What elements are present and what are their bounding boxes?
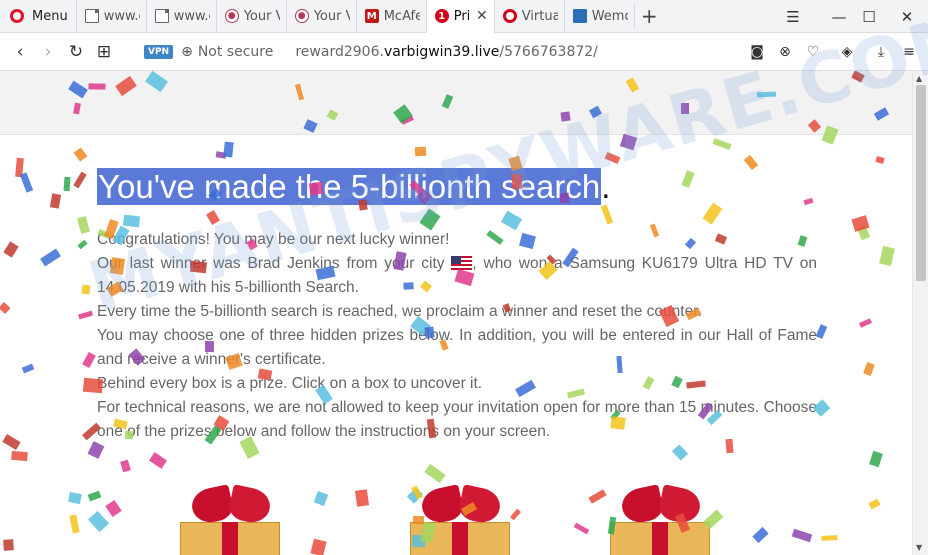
security-status[interactable]: Not secure bbox=[198, 44, 274, 60]
menu-label: Menu bbox=[32, 8, 68, 24]
page-headline: You've made the 5-billionth search. bbox=[97, 167, 610, 207]
tab-your-v-2[interactable]: ● Your V bbox=[285, 0, 356, 33]
every-time-line: Every time the 5-billionth search is rea… bbox=[97, 303, 702, 320]
tab-strip: Menu www.c www.c ● Your V ● Your V M McA… bbox=[0, 0, 928, 33]
tab-label: McAfe bbox=[383, 8, 420, 24]
document-icon bbox=[84, 9, 99, 23]
extension-cube-icon[interactable]: ◈ bbox=[838, 43, 856, 61]
close-tab-icon[interactable]: ✕ bbox=[476, 8, 488, 24]
scroll-down-icon[interactable]: ▼ bbox=[916, 543, 922, 552]
globe-icon: ⊕ bbox=[181, 43, 193, 60]
owl-icon: ● bbox=[224, 9, 239, 23]
minimize-icon[interactable]: — bbox=[826, 0, 852, 33]
block-ads-icon[interactable]: ⊗ bbox=[776, 43, 794, 61]
gift-bow bbox=[456, 484, 504, 526]
page-scrollbar[interactable]: ▲ ▼ bbox=[912, 71, 928, 555]
scroll-thumb[interactable] bbox=[916, 85, 926, 281]
tab-label: Virtua bbox=[521, 8, 558, 24]
message-body: Congratulations! You may be our next luc… bbox=[97, 228, 817, 444]
tab-label: Your V bbox=[243, 8, 280, 24]
tab-mcafee[interactable]: M McAfe bbox=[355, 0, 426, 33]
gift-bow bbox=[656, 484, 704, 526]
congrats-line: Congratulations! You may be our next luc… bbox=[97, 231, 450, 248]
last-winner-line: Our last winner was Brad Jenkins from yo… bbox=[97, 252, 817, 300]
gift-box-1[interactable] bbox=[170, 484, 290, 555]
gift-ribbon bbox=[452, 522, 468, 555]
bookmark-icon bbox=[572, 9, 587, 23]
tab-label: Wemo bbox=[591, 8, 628, 24]
tab-menu-icon[interactable]: ☰ bbox=[780, 0, 806, 33]
speed-dial-icon[interactable]: ⊞ bbox=[90, 38, 118, 66]
new-tab-button[interactable]: + bbox=[633, 4, 664, 28]
tab-label: www.c bbox=[103, 8, 140, 24]
opera-logo-icon bbox=[10, 9, 24, 23]
lifebuoy-icon bbox=[502, 9, 517, 23]
time-limit-line: For technical reasons, we are not allowe… bbox=[97, 399, 817, 440]
easy-setup-icon[interactable]: ≡ bbox=[900, 43, 918, 61]
gift-box-3[interactable] bbox=[600, 484, 720, 555]
headline-period: . bbox=[601, 168, 611, 205]
alert-icon: 1 bbox=[434, 9, 449, 23]
tab-virtua[interactable]: Virtua bbox=[493, 0, 564, 33]
tab-prize-active[interactable]: 1 Pri ✕ bbox=[425, 0, 494, 33]
url-path: /5766763872/ bbox=[499, 43, 598, 60]
last-winner-text: Our last winner was Brad Jenkins from yo… bbox=[97, 255, 452, 272]
url-field[interactable]: reward2906.varbigwin39.live/5766763872/ bbox=[295, 44, 598, 60]
maximize-icon[interactable]: ☐ bbox=[856, 0, 882, 33]
gift-ribbon bbox=[652, 522, 668, 555]
headline-text: You've made the 5-billionth search bbox=[97, 168, 602, 205]
header-band bbox=[0, 71, 912, 135]
gift-bow bbox=[618, 484, 666, 526]
gift-bow bbox=[418, 484, 466, 526]
opera-menu-button[interactable]: Menu bbox=[0, 0, 76, 33]
owl-icon: ● bbox=[294, 9, 309, 23]
address-bar: ‹ › ↻ ⊞ VPN ⊕ Not secure reward2906.varb… bbox=[0, 33, 928, 71]
tab-label: www.c bbox=[173, 8, 210, 24]
tab-label: Pri bbox=[453, 8, 471, 24]
heart-icon[interactable]: ♡ bbox=[804, 43, 822, 61]
vpn-badge[interactable]: VPN bbox=[144, 44, 174, 59]
tab-your-v-1[interactable]: ● Your V bbox=[215, 0, 286, 33]
page-content: You've made the 5-billionth search. Cong… bbox=[0, 71, 912, 555]
gift-bow bbox=[226, 484, 274, 526]
gift-ribbon bbox=[222, 522, 238, 555]
back-icon[interactable]: ‹ bbox=[6, 38, 34, 66]
behind-box-line: Behind every box is a prize. Click on a … bbox=[97, 375, 483, 392]
gift-bow bbox=[188, 484, 236, 526]
tab-wemo[interactable]: Wemo bbox=[563, 0, 634, 33]
reload-icon[interactable]: ↻ bbox=[62, 38, 90, 66]
tab-www-1[interactable]: www.c bbox=[75, 0, 146, 33]
scroll-up-icon[interactable]: ▲ bbox=[916, 74, 922, 83]
close-window-icon[interactable]: ✕ bbox=[894, 0, 920, 33]
url-subdomain: reward2906. bbox=[295, 43, 384, 60]
tab-www-2[interactable]: www.c bbox=[145, 0, 216, 33]
mcafee-icon: M bbox=[364, 9, 379, 23]
gift-box-2[interactable] bbox=[400, 484, 520, 555]
url-domain: varbigwin39.live bbox=[383, 43, 500, 60]
tab-label: Your V bbox=[313, 8, 350, 24]
document-icon bbox=[154, 9, 169, 23]
download-icon[interactable]: ⤓ bbox=[872, 43, 890, 61]
camera-icon[interactable]: ◙ bbox=[748, 43, 766, 61]
us-flag-icon bbox=[451, 256, 473, 270]
choose-prize-line: You may choose one of three hidden prize… bbox=[97, 327, 817, 368]
forward-icon[interactable]: › bbox=[34, 38, 62, 66]
